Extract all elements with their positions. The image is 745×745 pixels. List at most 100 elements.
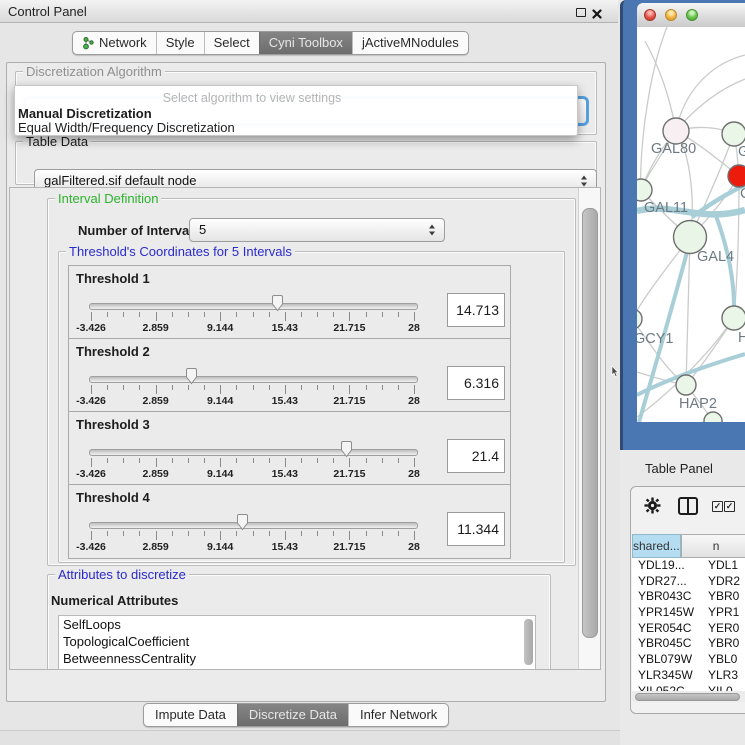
threshold-value[interactable]: 11.344 bbox=[447, 512, 505, 546]
vertical-scrollbar-thumb[interactable] bbox=[582, 208, 598, 638]
slider-tick bbox=[349, 531, 350, 540]
slider-tick bbox=[123, 458, 124, 463]
minimize-traffic-light[interactable] bbox=[665, 9, 677, 21]
tab-discretize-data[interactable]: Discretize Data bbox=[237, 704, 348, 726]
cell-shared-name: YER054C bbox=[638, 621, 691, 637]
slider-tick-label: -3.426 bbox=[76, 541, 106, 553]
tab-impute-data[interactable]: Impute Data bbox=[144, 704, 237, 726]
network-edge-highlighted[interactable] bbox=[715, 213, 734, 317]
slider-track[interactable] bbox=[89, 303, 418, 310]
slider-tick bbox=[349, 312, 350, 321]
numerical-attributes-list[interactable]: SelfLoopsTopologicalCoefficientBetweenne… bbox=[58, 615, 536, 670]
slider-tick bbox=[188, 458, 189, 463]
tab-style[interactable]: Style bbox=[156, 32, 204, 54]
slider-tick bbox=[285, 531, 286, 540]
slider-tick-label: 28 bbox=[408, 395, 420, 407]
network-window-titlebar[interactable] bbox=[637, 3, 745, 28]
network-node[interactable] bbox=[704, 412, 722, 422]
number-of-intervals-combobox[interactable]: 5 bbox=[189, 218, 445, 242]
threshold-panel-1: Threshold 1-3.4262.8599.14415.4321.71528… bbox=[68, 265, 511, 340]
table-row[interactable]: YPR145WYPR1 bbox=[632, 605, 745, 621]
cell-shared-name: YIL052C bbox=[638, 684, 685, 692]
slider-tick bbox=[139, 385, 140, 390]
horizontal-scrollbar-track[interactable] bbox=[632, 691, 745, 702]
top-tab-bar: NetworkStyleSelectCyni ToolboxjActiveMNo… bbox=[72, 31, 469, 55]
slider-tick bbox=[398, 458, 399, 463]
table-row[interactable]: YBR045CYBR0 bbox=[632, 636, 745, 652]
slider-tick-label: -3.426 bbox=[76, 468, 106, 480]
column-header-shared-name[interactable]: shared... bbox=[632, 534, 681, 558]
tab-cyni-toolbox[interactable]: Cyni Toolbox bbox=[259, 32, 352, 54]
slider-thumb[interactable] bbox=[271, 294, 284, 312]
select-column-checkbox-icon[interactable]: ✓ bbox=[724, 501, 735, 512]
slider-tick bbox=[236, 385, 237, 390]
slider-tick bbox=[123, 312, 124, 317]
float-window-icon[interactable] bbox=[576, 8, 586, 17]
network-edge[interactable] bbox=[645, 41, 676, 131]
table-row[interactable]: YIL052CYIL0 bbox=[632, 684, 745, 692]
threshold-value[interactable]: 21.4 bbox=[447, 439, 505, 473]
table-row[interactable]: YBL079WYBL0 bbox=[632, 652, 745, 668]
network-node-ga[interactable] bbox=[722, 122, 745, 146]
network-node-hap2[interactable] bbox=[676, 375, 696, 395]
settings-scroll-pane: Interval Definition Number of Intervals … bbox=[9, 187, 601, 670]
slider-track[interactable] bbox=[89, 449, 418, 456]
slider-thumb[interactable] bbox=[340, 440, 353, 458]
select-column-checkbox-icon[interactable]: ✓ bbox=[712, 501, 723, 512]
slider-tick bbox=[91, 385, 92, 394]
slider-tick bbox=[107, 458, 108, 463]
network-node-label: HAP2 bbox=[679, 396, 717, 412]
table-panel: ✓ ✓ shared... n YDL19...YDL1YDR27...YDR2… bbox=[630, 486, 745, 714]
table-row[interactable]: YER054CYER0 bbox=[632, 621, 745, 637]
slider-tick bbox=[382, 458, 383, 463]
settings-gear-icon[interactable] bbox=[644, 497, 661, 514]
mouse-cursor bbox=[611, 366, 619, 377]
threshold-label: Threshold 1 bbox=[76, 271, 150, 286]
slider-tick bbox=[156, 458, 157, 467]
threshold-value[interactable]: 6.316 bbox=[447, 366, 505, 400]
slider-tick bbox=[156, 312, 157, 321]
horizontal-scrollbar-thumb[interactable] bbox=[635, 693, 740, 701]
network-node-c[interactable] bbox=[728, 165, 745, 187]
popup-option-manual-discretization[interactable]: Manual Discretization bbox=[18, 106, 152, 121]
network-edge[interactable] bbox=[637, 421, 713, 422]
attribute-item-selfloops[interactable]: SelfLoops bbox=[59, 616, 535, 633]
slider-tick bbox=[333, 458, 334, 463]
tab-infer-network[interactable]: Infer Network bbox=[348, 704, 448, 726]
table-row[interactable]: YLR345WYLR3 bbox=[632, 668, 745, 684]
close-icon[interactable] bbox=[592, 7, 602, 22]
attribute-item-topologicalcoefficient[interactable]: TopologicalCoefficient bbox=[59, 633, 535, 650]
network-canvas[interactable]: GAL80GACGAL11GAL4GCY1HHAP2 bbox=[637, 27, 745, 422]
slider-track[interactable] bbox=[89, 376, 418, 383]
slider-tick bbox=[139, 312, 140, 317]
network-node-gcy1[interactable] bbox=[637, 309, 642, 329]
slider-tick bbox=[123, 531, 124, 536]
slider-tick bbox=[366, 312, 367, 317]
table-row[interactable]: YBR043CYBR0 bbox=[632, 589, 745, 605]
popup-option-equal-width-frequency[interactable]: Equal Width/Frequency Discretization bbox=[18, 120, 235, 135]
attribute-item-betweennesscentrality[interactable]: BetweennessCentrality bbox=[59, 650, 535, 667]
split-view-icon[interactable] bbox=[678, 497, 698, 515]
slider-thumb[interactable] bbox=[185, 367, 198, 385]
slider-tick-label: 2.859 bbox=[142, 395, 168, 407]
close-traffic-light[interactable] bbox=[644, 9, 656, 21]
zoom-traffic-light[interactable] bbox=[686, 9, 698, 21]
slider-track[interactable] bbox=[89, 522, 418, 529]
tab-jactivemnodules[interactable]: jActiveMNodules bbox=[352, 32, 468, 54]
table-row[interactable]: YDR27...YDR2 bbox=[632, 574, 745, 590]
column-header-name[interactable]: n bbox=[681, 534, 745, 558]
list-scrollbar-thumb[interactable] bbox=[524, 619, 533, 665]
slider-tick bbox=[172, 312, 173, 317]
network-node-h[interactable] bbox=[722, 306, 745, 330]
slider-tick-label: 9.144 bbox=[207, 395, 233, 407]
slider-tick bbox=[317, 458, 318, 463]
cell-shared-name: YBL079W bbox=[638, 652, 692, 668]
slider-tick bbox=[204, 385, 205, 390]
slider-thumb[interactable] bbox=[236, 513, 249, 531]
threshold-value[interactable]: 14.713 bbox=[447, 293, 505, 327]
network-node-gal11[interactable] bbox=[637, 179, 652, 201]
tab-network[interactable]: Network bbox=[73, 32, 156, 54]
tab-select[interactable]: Select bbox=[204, 32, 259, 54]
table-row[interactable]: YDL19...YDL1 bbox=[632, 558, 745, 574]
slider-tick bbox=[285, 385, 286, 394]
